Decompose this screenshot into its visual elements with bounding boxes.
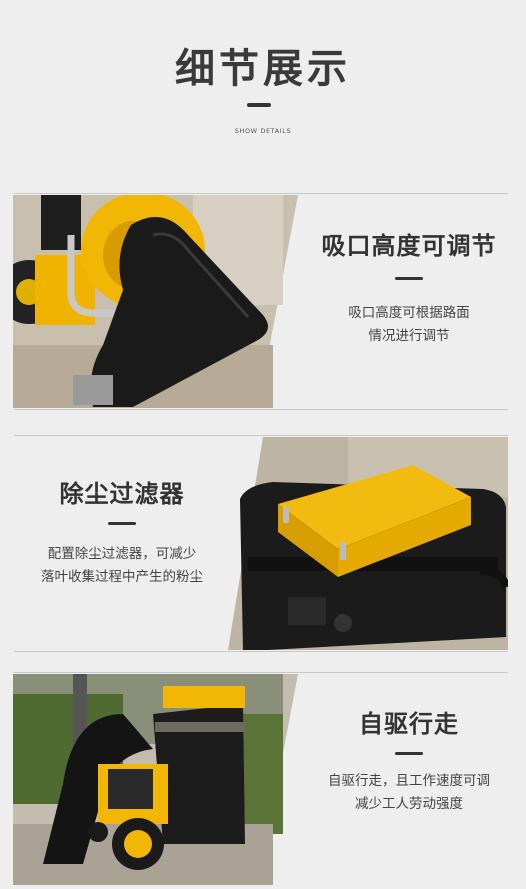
feature-divider [395, 752, 423, 755]
feature-desc-line: 情况进行调节 [368, 328, 450, 344]
feature-divider [395, 277, 423, 280]
feature-title: 自驱行走 [359, 710, 459, 738]
dust-filter-photo [228, 437, 508, 650]
feature-description: 配置除尘过滤器，可减少 落叶收集过程中产生的粉尘 [14, 543, 230, 589]
feature-description: 自驱行走，且工作速度可调 减少工人劳动强度 [298, 770, 520, 816]
page-subtitle: SHOW DETAILS [234, 127, 292, 135]
section-divider [14, 409, 508, 410]
section-divider [14, 193, 508, 194]
section-divider [14, 672, 508, 673]
feature-desc-line: 自驱行走，且工作速度可调 [328, 773, 490, 789]
feature-divider [108, 522, 136, 525]
section-divider [14, 651, 508, 652]
page-title: 细节展示 [175, 46, 351, 92]
feature-desc-line: 吸口高度可根据路面 [348, 305, 470, 321]
self-propelled-machine-photo [13, 674, 298, 885]
feature-desc-line: 落叶收集过程中产生的粉尘 [41, 569, 203, 585]
title-divider [247, 103, 271, 107]
header: 细节展示 SHOW DETAILS [0, 0, 526, 190]
feature-description: 吸口高度可根据路面 情况进行调节 [298, 302, 520, 348]
feature-title: 吸口高度可调节 [321, 232, 497, 260]
feature-desc-line: 减少工人劳动强度 [355, 796, 463, 812]
suction-nozzle-photo [13, 195, 298, 408]
section-divider [14, 435, 508, 436]
feature-title: 除尘过滤器 [59, 480, 185, 508]
feature-desc-line: 配置除尘过滤器，可减少 [47, 546, 197, 562]
